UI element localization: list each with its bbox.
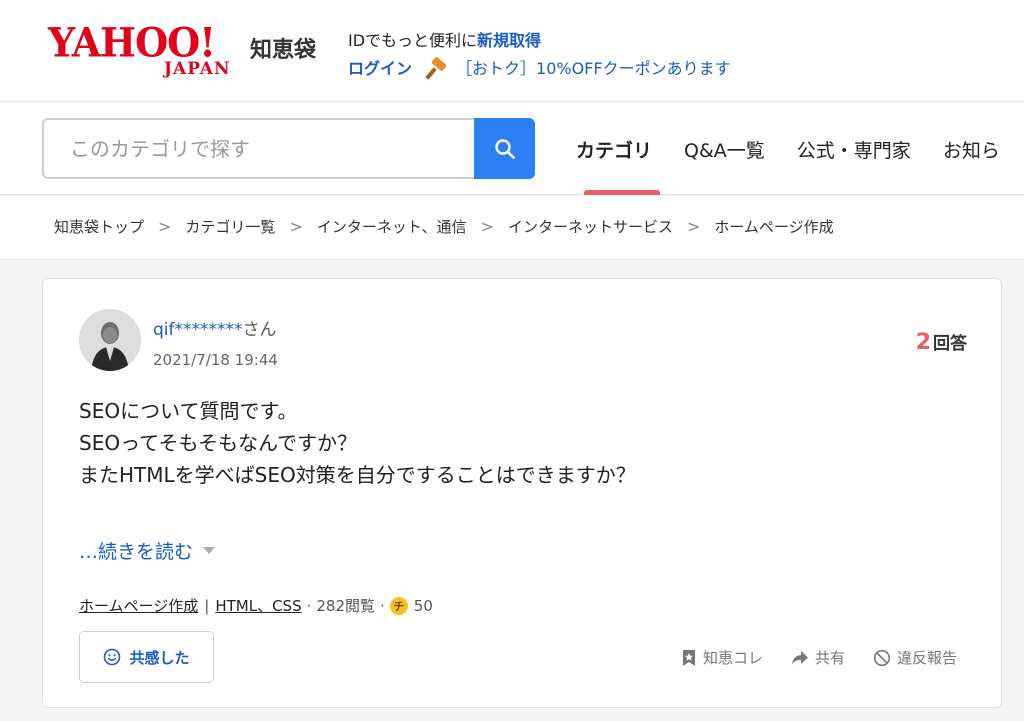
nav-tabs: カテゴリ Q&A一覧 公式・専門家 お知ら: [560, 103, 1016, 195]
share-arrow-icon: [791, 650, 808, 665]
bookmark-star-icon: [682, 649, 695, 666]
breadcrumb-bar: 知恵袋トップ > カテゴリ一覧 > インターネット、通信 > インターネットサー…: [0, 196, 1024, 260]
bookmark-button[interactable]: 知恵コレ: [681, 647, 763, 668]
search-nav-bar: カテゴリ Q&A一覧 公式・専門家 お知ら: [0, 103, 1024, 195]
answer-count[interactable]: 2 回答: [916, 329, 967, 355]
question-line: SEOについて質問です。: [79, 399, 298, 423]
meta-dot: ·: [380, 596, 385, 615]
breadcrumb-separator: >: [686, 217, 701, 236]
tab-category[interactable]: カテゴリ: [560, 103, 668, 195]
read-more-link[interactable]: …続きを読む: [79, 537, 216, 564]
smile-icon: [104, 648, 121, 666]
author-suffix: さん: [242, 320, 277, 340]
tab-qa-list[interactable]: Q&A一覧: [668, 103, 781, 195]
meta-dot: ·: [306, 596, 312, 615]
breadcrumb-separator: >: [158, 217, 172, 236]
question-card: qif********さん 2021/7/18 19:44 2 回答 SEOについ…: [42, 278, 1002, 708]
question-line: SEOってそもそもなんですか？: [79, 431, 358, 455]
breadcrumb: 知恵袋トップ > カテゴリ一覧 > インターネット、通信 > インターネットサー…: [54, 216, 834, 237]
question-body: SEOについて質問です。 SEOってそもそもなんですか？ またHTMLを学べばS…: [79, 395, 636, 491]
breadcrumb-item-internet[interactable]: インターネット、通信: [317, 216, 467, 237]
prohibited-icon: [873, 649, 891, 666]
coin-count: 50: [413, 596, 433, 615]
meta-divider: |: [204, 596, 210, 615]
question-line: またHTMLを学べばSEO対策を自分ですることはできますか？: [79, 463, 636, 487]
share-label: 共有: [814, 649, 845, 667]
read-more-label: …続きを読む: [79, 541, 194, 563]
hammer-icon: [425, 56, 448, 80]
search-box: [42, 118, 476, 179]
report-label: 違反報告: [896, 649, 957, 667]
yahoo-japan-logo[interactable]: YAHOO! JAPAN: [48, 20, 244, 82]
site-header: YAHOO! JAPAN 知恵袋 IDでもっと便利に新規取得 ログイン ［おトク…: [0, 0, 1024, 102]
logo-japan-text: JAPAN: [164, 59, 231, 79]
report-button[interactable]: 違反報告: [873, 647, 957, 668]
breadcrumb-separator: >: [289, 217, 303, 236]
bookmark-label: 知恵コレ: [702, 649, 763, 667]
caret-down-icon: [203, 547, 216, 554]
search-icon: [494, 138, 515, 159]
user-portrait-icon: [79, 309, 141, 371]
login-line: ログイン ［おトク］10%OFFクーポンあります: [348, 56, 731, 82]
new-account-link[interactable]: 新規取得: [477, 31, 541, 50]
tab-official-experts[interactable]: 公式・専門家: [781, 103, 927, 195]
account-info-text: IDでもっと便利に: [348, 31, 478, 50]
search-input[interactable]: [44, 120, 476, 177]
breadcrumb-item-top[interactable]: 知恵袋トップ: [54, 216, 144, 237]
breadcrumb-item-categories[interactable]: カテゴリ一覧: [185, 216, 275, 237]
account-info-line: IDでもっと便利に新規取得: [348, 28, 731, 54]
login-link[interactable]: ログイン: [348, 56, 412, 82]
coupon-link[interactable]: ［おトク］10%OFFクーポンあります: [456, 56, 731, 82]
breadcrumb-item-internet-services[interactable]: インターネットサービス: [508, 216, 673, 237]
view-count: 282閲覧: [316, 597, 376, 615]
empathy-button[interactable]: 共感した: [79, 631, 214, 683]
service-name-logo[interactable]: 知恵袋: [250, 32, 316, 64]
breadcrumb-item-homepage[interactable]: ホームページ作成: [714, 216, 833, 237]
author-link[interactable]: qif********: [153, 320, 243, 340]
category-link-html-css[interactable]: HTML、CSS: [215, 595, 301, 616]
empathy-label: 共感した: [129, 648, 190, 667]
avatar[interactable]: [79, 309, 141, 371]
category-link-homepage[interactable]: ホームページ作成: [79, 595, 198, 616]
post-date: 2021/7/18 19:44: [153, 351, 278, 369]
tab-notices[interactable]: お知ら: [927, 103, 1016, 195]
search-button[interactable]: [474, 118, 535, 179]
question-actions: 知恵コレ 共有 違反報告: [653, 647, 957, 668]
breadcrumb-separator: >: [480, 217, 494, 236]
coin-icon: チ: [389, 596, 408, 615]
question-author: qif********さん: [153, 315, 277, 340]
share-button[interactable]: 共有: [791, 647, 845, 668]
account-info: IDでもっと便利に新規取得 ログイン ［おトク］10%OFFクーポンあります: [348, 28, 731, 82]
answer-count-number: 2: [915, 330, 931, 355]
answer-count-label: 回答: [933, 334, 967, 354]
question-meta: ホームページ作成 | HTML、CSS · 282閲覧 · チ 50: [79, 595, 433, 616]
